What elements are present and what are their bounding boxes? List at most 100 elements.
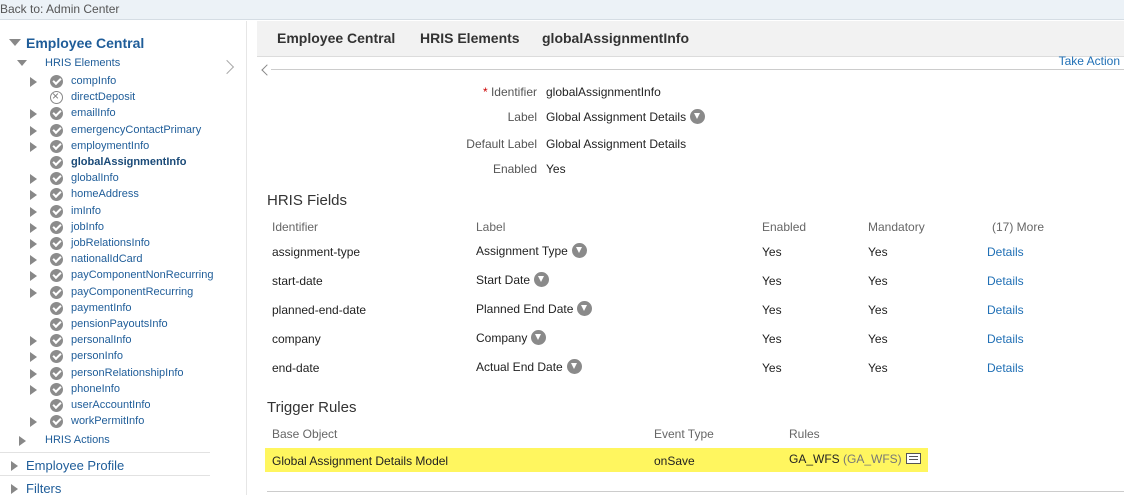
sidebar-item-nationalIdCard[interactable]: nationalIdCard — [0, 252, 246, 268]
column-header-more[interactable]: (17) More — [992, 220, 1044, 234]
rule-id: (GA_WFS) — [843, 452, 902, 466]
sidebar-item-imInfo[interactable]: imInfo — [0, 204, 246, 220]
rule-details-icon[interactable] — [905, 453, 921, 465]
expand-icon[interactable] — [30, 368, 37, 379]
divider — [0, 452, 210, 453]
details-link[interactable]: Details — [987, 245, 1024, 259]
sidebar-item-personRelationshipInfo[interactable]: personRelationshipInfo — [0, 366, 246, 382]
expand-icon[interactable] — [30, 125, 37, 136]
sidebar-item-jobInfo[interactable]: jobInfo — [0, 220, 246, 236]
expand-icon[interactable] — [30, 206, 37, 217]
expand-icon[interactable] — [30, 141, 37, 152]
column-header-base-object: Base Object — [272, 427, 338, 441]
sidebar-title-employee-central[interactable]: Employee Central — [26, 35, 144, 51]
expand-icon[interactable] — [30, 239, 37, 249]
sidebar-item-pensionPayoutsInfo[interactable]: pensionPayoutsInfo — [0, 317, 246, 333]
sidebar-item-paymentInfo[interactable]: paymentInfo — [0, 301, 246, 317]
expand-icon[interactable] — [30, 174, 37, 185]
disabled-icon — [50, 89, 63, 105]
identifier-label: * Identifier — [482, 85, 537, 99]
sidebar-item-directDeposit[interactable]: directDeposit — [0, 89, 246, 106]
back-to-admin-center-link[interactable]: Back to: Admin Center — [0, 2, 119, 16]
sidebar-item-workPermitInfo[interactable]: workPermitInfo — [0, 414, 246, 430]
sidebar-item-personalInfo[interactable]: personalInfo — [0, 333, 246, 349]
sidebar-item-label: imInfo — [71, 204, 101, 217]
trigger-rules-title: Trigger Rules — [267, 399, 357, 416]
sidebar: Employee Central HRIS Elements compInfo d… — [0, 21, 247, 495]
breadcrumb-hris-elements[interactable]: HRIS Elements — [420, 30, 520, 46]
enabled-check-icon — [50, 399, 63, 412]
sidebar-item-emailInfo[interactable]: emailInfo — [0, 106, 246, 122]
enabled-check-icon — [50, 382, 63, 396]
column-header-identifier: Identifier — [272, 220, 319, 234]
collapse-sidebar-icon[interactable] — [261, 64, 273, 76]
sidebar-item-globalAssignmentInfo[interactable]: globalAssignmentInfo — [0, 155, 246, 171]
translate-icon[interactable] — [534, 272, 550, 288]
divider — [271, 69, 1124, 70]
expand-employee-profile-icon[interactable] — [11, 461, 18, 471]
label-label: Label — [507, 110, 537, 124]
sidebar-item-label: paymentInfo — [71, 301, 132, 314]
field-identifier: assignment-type — [272, 245, 361, 259]
expand-icon[interactable] — [30, 109, 37, 120]
details-link[interactable]: Details — [987, 332, 1024, 346]
sidebar-item-employmentInfo[interactable]: employmentInfo — [0, 139, 246, 155]
details-link[interactable]: Details — [987, 274, 1024, 288]
translate-icon[interactable] — [566, 359, 582, 375]
sidebar-item-phoneInfo[interactable]: phoneInfo — [0, 382, 246, 398]
expand-icon[interactable] — [30, 287, 37, 298]
expand-hris-elements-icon[interactable] — [17, 60, 27, 66]
translate-icon[interactable] — [690, 109, 706, 125]
expand-icon[interactable] — [30, 352, 37, 363]
sidebar-group-hris-elements[interactable]: HRIS Elements — [45, 57, 120, 69]
expand-hris-actions-icon[interactable] — [19, 436, 26, 446]
field-identifier: planned-end-date — [272, 303, 367, 317]
expand-icon[interactable] — [30, 271, 37, 282]
field-enabled: Yes — [762, 274, 782, 288]
enabled-check-icon — [50, 188, 63, 202]
sidebar-item-label: employmentInfo — [71, 139, 150, 152]
sidebar-item-payComponentNonRecurring[interactable]: payComponentNonRecurring — [0, 268, 246, 284]
sidebar-item-globalInfo[interactable]: globalInfo — [0, 171, 246, 187]
sidebar-section-filters[interactable]: Filters — [26, 481, 61, 495]
take-action-menu[interactable]: Take Action — [1059, 54, 1120, 68]
expand-icon[interactable] — [30, 190, 37, 201]
enabled-check-icon — [50, 285, 63, 299]
enabled-check-icon — [50, 301, 63, 315]
field-enabled: Yes — [762, 332, 782, 346]
sidebar-item-payComponentRecurring[interactable]: payComponentRecurring — [0, 285, 246, 301]
expand-icon[interactable] — [30, 417, 37, 428]
required-marker: * — [482, 85, 488, 99]
sidebar-item-jobRelationsInfo[interactable]: jobRelationsInfo — [0, 236, 246, 252]
sidebar-group-hris-actions[interactable]: HRIS Actions — [45, 434, 110, 446]
sidebar-section-employee-profile[interactable]: Employee Profile — [26, 458, 124, 473]
sidebar-item-homeAddress[interactable]: homeAddress — [0, 187, 246, 203]
field-identifier: start-date — [272, 274, 323, 288]
details-link[interactable]: Details — [987, 361, 1024, 375]
rule-name-link[interactable]: GA_WFS — [789, 452, 840, 466]
translate-icon[interactable] — [531, 330, 547, 346]
sidebar-item-emergencyContactPrimary[interactable]: emergencyContactPrimary — [0, 123, 246, 139]
enabled-label: Enabled — [492, 162, 537, 176]
expand-filters-icon[interactable] — [11, 484, 18, 494]
expand-icon[interactable] — [30, 77, 37, 87]
field-enabled: Yes — [762, 303, 782, 317]
sidebar-item-compInfo[interactable]: compInfo — [0, 74, 246, 90]
breadcrumb-employee-central[interactable]: Employee Central — [277, 30, 395, 46]
sidebar-item-userAccountInfo[interactable]: userAccountInfo — [0, 398, 246, 414]
expand-icon[interactable] — [30, 222, 37, 233]
expand-icon[interactable] — [30, 255, 37, 266]
expand-employee-central-icon[interactable] — [9, 39, 21, 46]
expand-icon[interactable] — [30, 336, 37, 347]
details-link[interactable]: Details — [987, 303, 1024, 317]
column-header-mandatory: Mandatory — [868, 220, 925, 234]
expand-icon[interactable] — [30, 384, 37, 395]
sidebar-item-label: personInfo — [71, 350, 123, 363]
translate-icon[interactable] — [571, 243, 587, 259]
field-label: Planned End Date — [476, 301, 593, 317]
sidebar-item-personInfo[interactable]: personInfo — [0, 349, 246, 365]
column-header-label: Label — [476, 220, 506, 234]
chevron-right-icon[interactable] — [219, 59, 235, 75]
field-enabled: Yes — [762, 361, 782, 375]
translate-icon[interactable] — [577, 301, 593, 317]
